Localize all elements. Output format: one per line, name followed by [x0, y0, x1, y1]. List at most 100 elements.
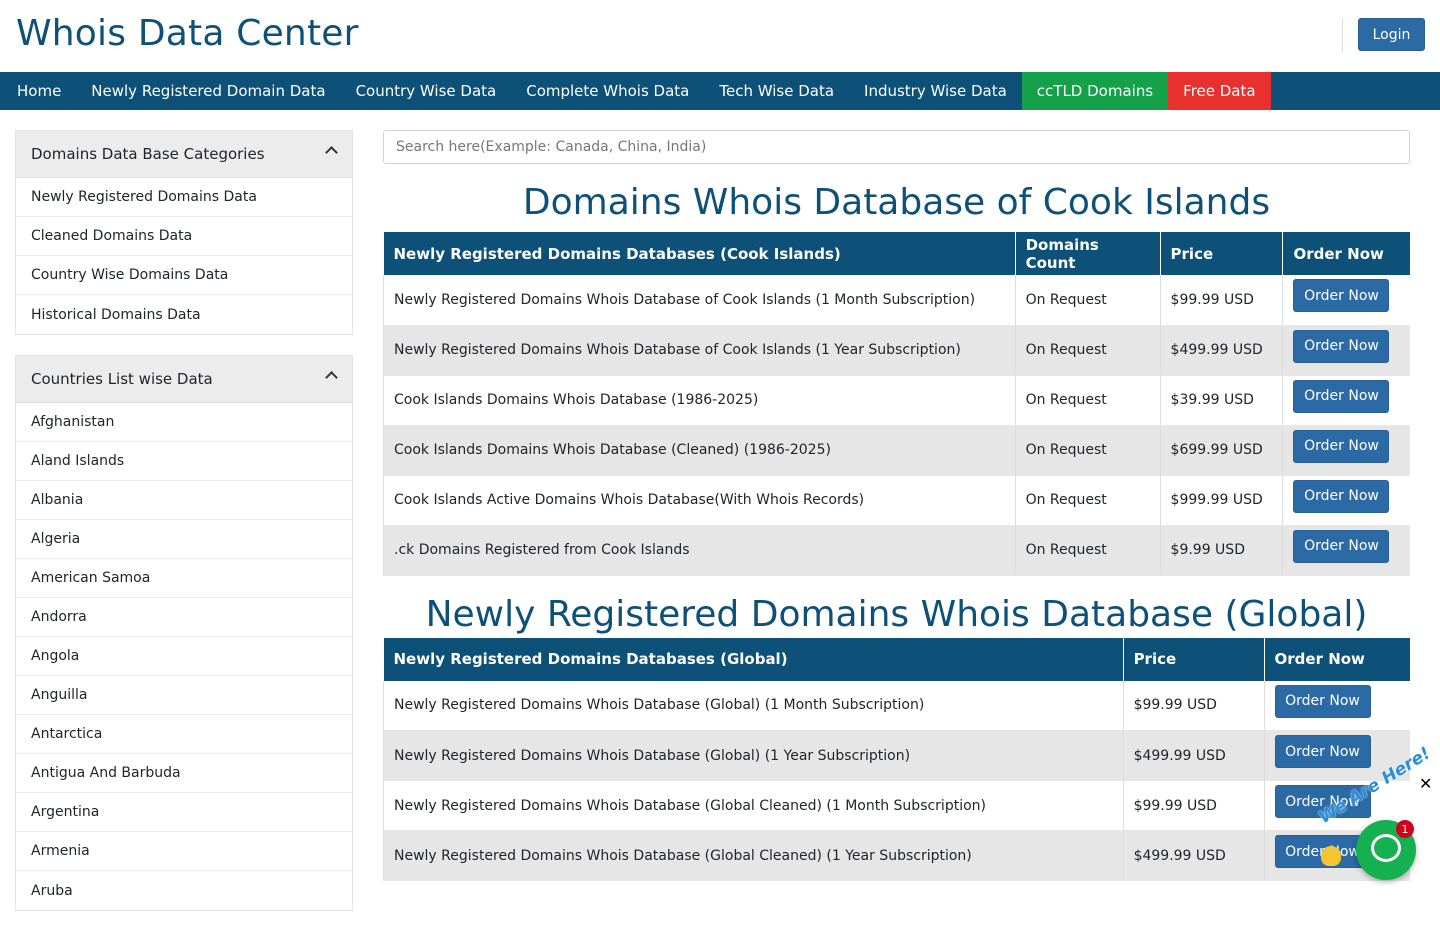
country-item[interactable]: Afghanistan — [16, 403, 352, 442]
nav-item-newly-registered-domain-data[interactable]: Newly Registered Domain Data — [76, 72, 340, 110]
table-row: Cook Islands Domains Whois Database (198… — [383, 375, 1410, 426]
category-item[interactable]: Newly Registered Domains Data — [16, 178, 352, 217]
country-item[interactable]: Anguilla — [16, 676, 352, 715]
domains-count-cell: On Request — [1015, 375, 1161, 426]
column-header: Newly Registered Domains Databases (Glob… — [383, 637, 1124, 681]
product-name-cell: Newly Registered Domains Whois Database … — [383, 325, 1016, 376]
column-header: Newly Registered Domains Databases (Cook… — [383, 232, 1016, 275]
country-item[interactable]: Antigua And Barbuda — [16, 754, 352, 793]
order-now-button[interactable]: Order Now — [1274, 735, 1371, 768]
table-row: Newly Registered Domains Whois Database … — [383, 730, 1410, 781]
category-item[interactable]: Historical Domains Data — [16, 295, 352, 334]
nav-item-country-wise-data[interactable]: Country Wise Data — [341, 72, 512, 110]
nav-item-cctld-domains[interactable]: ccTLD Domains — [1021, 72, 1169, 110]
categories-panel: Domains Data Base Categories Newly Regis… — [15, 130, 353, 335]
order-now-button[interactable]: Order Now — [1293, 429, 1390, 463]
price-cell: $99.99 USD — [1123, 680, 1265, 731]
price-cell: $499.99 USD — [1123, 730, 1265, 781]
column-header: Order Now — [1264, 637, 1410, 681]
order-cell: Order Now — [1282, 525, 1410, 576]
countries-panel-header[interactable]: Countries List wise Data — [16, 356, 352, 403]
order-now-button[interactable]: Order Now — [1274, 684, 1371, 718]
price-cell: $499.99 USD — [1160, 325, 1284, 376]
order-now-button[interactable]: Order Now — [1293, 379, 1390, 413]
product-name-cell: Newly Registered Domains Whois Database … — [383, 680, 1124, 731]
order-now-button[interactable]: Order Now — [1293, 329, 1390, 363]
domains-count-cell: On Request — [1015, 475, 1161, 526]
order-now-button[interactable]: Order Now — [1293, 479, 1390, 513]
countries-list: Afghanistan Aland Islands Albania Algeria Am… — [16, 403, 352, 910]
country-item[interactable]: Aruba — [16, 871, 352, 910]
product-name-cell: Cook Islands Active Domains Whois Databa… — [383, 475, 1016, 526]
category-item[interactable]: Cleaned Domains Data — [16, 217, 352, 256]
product-name-cell: Newly Registered Domains Whois Database … — [383, 275, 1016, 326]
site-logo[interactable]: Whois Data Center — [16, 13, 359, 54]
price-cell: $499.99 USD — [1123, 830, 1265, 881]
chevron-up-icon[interactable] — [325, 371, 338, 384]
order-now-button[interactable]: Order Now — [1293, 529, 1390, 563]
country-item[interactable]: Aland Islands — [16, 442, 352, 481]
product-name-cell: Cook Islands Domains Whois Database (Cle… — [383, 425, 1016, 476]
price-cell: $99.99 USD — [1160, 275, 1284, 326]
countries-panel: Countries List wise Data Afghanistan Alan… — [15, 355, 353, 911]
categories-list: Newly Registered Domains Data Cleaned Dom… — [16, 178, 352, 334]
nav-item-free-data[interactable]: Free Data — [1168, 72, 1271, 110]
search-input[interactable] — [383, 130, 1410, 164]
product-name-cell: Newly Registered Domains Whois Database … — [383, 830, 1124, 881]
price-cell: $9.99 USD — [1160, 525, 1284, 576]
table-row: Newly Registered Domains Whois Database … — [383, 830, 1410, 881]
country-item[interactable]: Argentina — [16, 793, 352, 832]
nav-item-tech-wise-data[interactable]: Tech Wise Data — [704, 72, 849, 110]
order-now-button[interactable]: Order Now — [1293, 279, 1390, 313]
table-row: Cook Islands Active Domains Whois Databa… — [383, 475, 1410, 526]
column-header: Order Now — [1282, 232, 1410, 275]
site-header: Whois Data Center Login — [0, 0, 1440, 72]
country-item[interactable]: Algeria — [16, 520, 352, 559]
country-item[interactable]: American Samoa — [16, 559, 352, 598]
domains-count-cell: On Request — [1015, 525, 1161, 576]
product-name-cell: Newly Registered Domains Whois Database … — [383, 730, 1124, 781]
countries-panel-title: Countries List wise Data — [31, 370, 213, 388]
order-cell: Order Now — [1282, 325, 1410, 376]
column-header: Domains Count — [1015, 232, 1161, 275]
domains-count-cell: On Request — [1015, 425, 1161, 476]
product-name-cell: .ck Domains Registered from Cook Islands — [383, 525, 1016, 576]
column-header: Price — [1123, 637, 1265, 681]
order-cell: Order Now — [1282, 425, 1410, 476]
price-cell: $99.99 USD — [1123, 780, 1265, 831]
chat-close-icon[interactable]: ✕ — [1419, 774, 1432, 793]
table-row: Newly Registered Domains Whois Database … — [383, 680, 1410, 731]
chat-bubble-icon — [1371, 834, 1401, 862]
categories-panel-title: Domains Data Base Categories — [31, 145, 265, 163]
country-item[interactable]: Andorra — [16, 598, 352, 637]
country-item[interactable]: Angola — [16, 637, 352, 676]
domains-count-cell: On Request — [1015, 325, 1161, 376]
country-item[interactable]: Antarctica — [16, 715, 352, 754]
price-cell: $39.99 USD — [1160, 375, 1284, 426]
country-item[interactable]: Armenia — [16, 832, 352, 871]
main-nav: Home Newly Registered Domain Data Country … — [0, 72, 1440, 110]
categories-panel-header[interactable]: Domains Data Base Categories — [16, 131, 352, 178]
section-title-global: Newly Registered Domains Whois Database … — [425, 593, 1368, 635]
table-row: Newly Registered Domains Whois Database … — [383, 780, 1410, 831]
global-table: Newly Registered Domains Databases (Glob… — [383, 637, 1410, 881]
table-row: Cook Islands Domains Whois Database (Cle… — [383, 425, 1410, 476]
price-cell: $999.99 USD — [1160, 475, 1284, 526]
login-button[interactable]: Login — [1358, 18, 1425, 51]
waving-hand-icon — [1321, 846, 1341, 866]
product-name-cell: Newly Registered Domains Whois Database … — [383, 780, 1124, 831]
table-row: Newly Registered Domains Whois Database … — [383, 325, 1410, 376]
sidebar: Domains Data Base Categories Newly Regis… — [15, 130, 353, 931]
nav-item-home[interactable]: Home — [0, 72, 76, 110]
price-cell: $699.99 USD — [1160, 425, 1284, 476]
order-cell: Order Now — [1282, 475, 1410, 526]
main-content: Domains Whois Database of Cook Islands N… — [383, 130, 1410, 881]
header-divider — [1342, 18, 1343, 52]
domains-count-cell: On Request — [1015, 275, 1161, 326]
chevron-up-icon[interactable] — [325, 146, 338, 159]
category-item[interactable]: Country Wise Domains Data — [16, 256, 352, 295]
nav-item-complete-whois-data[interactable]: Complete Whois Data — [511, 72, 704, 110]
nav-item-industry-wise-data[interactable]: Industry Wise Data — [849, 72, 1022, 110]
section-title-cook-islands: Domains Whois Database of Cook Islands — [522, 182, 1271, 223]
country-item[interactable]: Albania — [16, 481, 352, 520]
